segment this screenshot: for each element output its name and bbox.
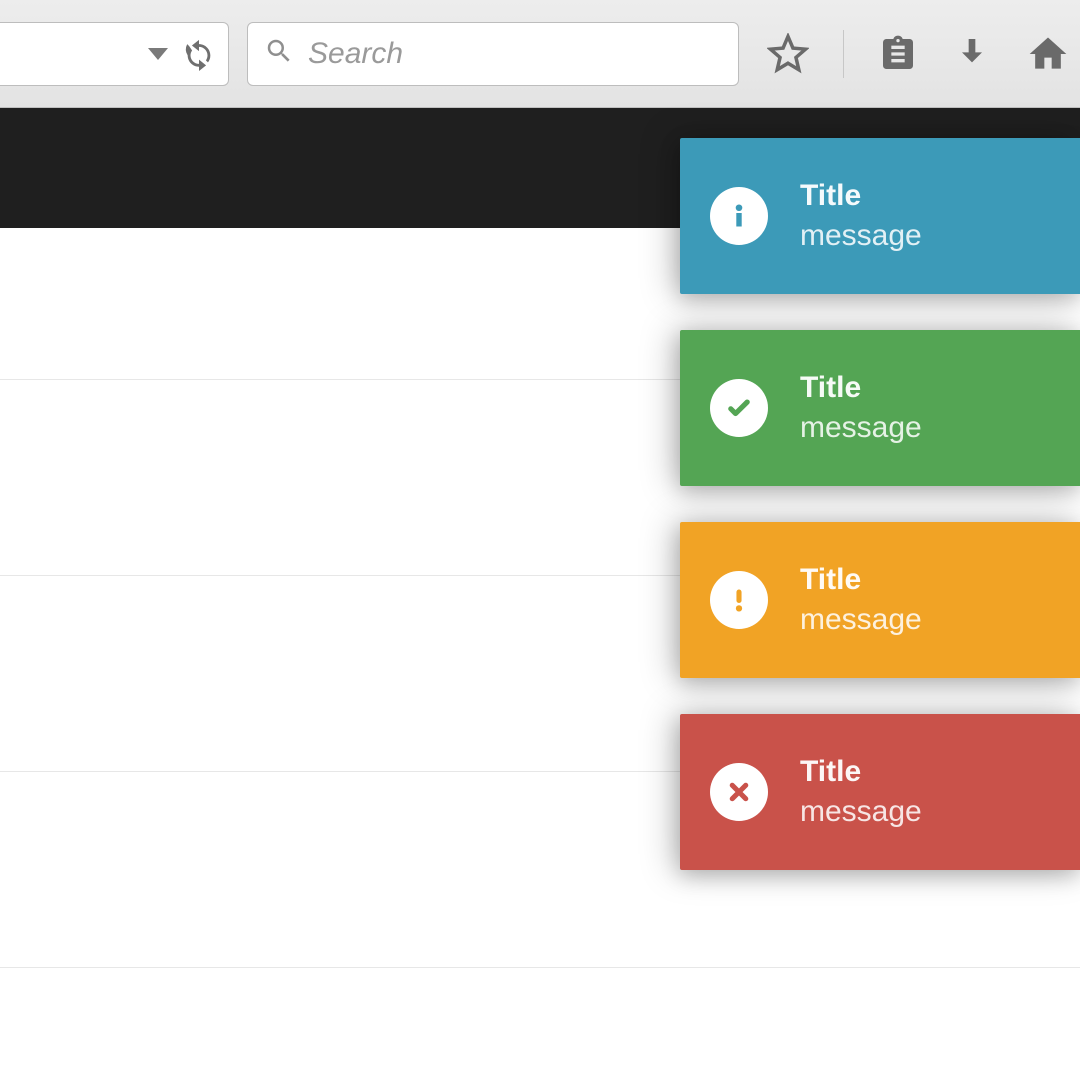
toast-title: Title [800, 371, 922, 405]
toast-title: Title [800, 563, 922, 597]
toast-warning[interactable]: Title message [680, 522, 1080, 678]
bookmark-star-icon[interactable] [767, 33, 809, 75]
toast-info[interactable]: Title message [680, 138, 1080, 294]
browser-toolbar [0, 0, 1080, 108]
toast-message: message [800, 603, 922, 637]
clipboard-icon[interactable] [878, 34, 918, 74]
search-box[interactable] [247, 22, 739, 86]
search-input[interactable] [308, 37, 722, 71]
home-icon[interactable] [1026, 32, 1070, 76]
chevron-down-icon[interactable] [148, 48, 168, 60]
reload-icon[interactable] [182, 37, 216, 71]
toolbar-actions [767, 30, 1070, 78]
close-icon [710, 763, 768, 821]
toolbar-divider [843, 30, 844, 78]
toast-error[interactable]: Title message [680, 714, 1080, 870]
search-icon [264, 36, 294, 71]
toast-message: message [800, 795, 922, 829]
toast-container: Title message Title message Title messag… [680, 138, 1080, 870]
download-icon[interactable] [952, 34, 992, 74]
toast-message: message [800, 219, 922, 253]
toast-message: message [800, 411, 922, 445]
info-icon [710, 187, 768, 245]
toast-title: Title [800, 179, 922, 213]
check-icon [710, 379, 768, 437]
exclamation-icon [710, 571, 768, 629]
toast-success[interactable]: Title message [680, 330, 1080, 486]
address-bar[interactable] [0, 22, 229, 86]
page-content: Title message Title message Title messag… [0, 108, 1080, 1080]
toast-title: Title [800, 755, 922, 789]
